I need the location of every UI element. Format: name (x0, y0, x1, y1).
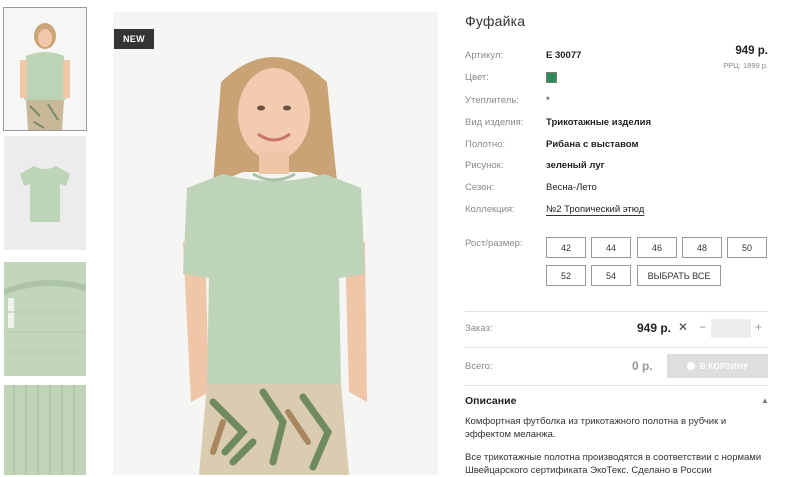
collapse-caret-icon[interactable]: ▲ (761, 396, 769, 405)
select-all-sizes-button[interactable]: ВЫБРАТЬ ВСЕ (637, 265, 721, 286)
product-type-value: Трикотажные изделия (546, 117, 652, 128)
thumbnail-product-flat[interactable] (4, 136, 86, 250)
size-option[interactable]: 42 (546, 237, 586, 258)
total-value: 0 р. (632, 359, 653, 373)
product-title: Фуфайка (465, 13, 526, 29)
size-label: Рост/размер: (465, 238, 523, 249)
main-product-image[interactable] (113, 12, 438, 475)
decrease-quantity-button[interactable]: − (699, 320, 706, 334)
size-option[interactable]: 46 (637, 237, 677, 258)
season-value: Весна-Лето (546, 182, 597, 193)
multiply-icon: ✕ (678, 320, 689, 334)
collection-label: Коллекция: (465, 204, 515, 215)
size-option[interactable]: 48 (682, 237, 722, 258)
article-label: Артикул: (465, 50, 504, 61)
size-option[interactable]: 44 (591, 237, 631, 258)
season-label: Сезон: (465, 182, 495, 193)
rrp-price: РРЦ: 1899 р. (723, 61, 768, 70)
order-label: Заказ: (465, 323, 493, 334)
pattern-label: Рисунок: (465, 160, 504, 171)
color-swatch[interactable] (546, 72, 557, 83)
add-to-cart-button[interactable]: В КОРЗИНУ (667, 354, 768, 378)
size-option[interactable]: 50 (727, 237, 767, 258)
thumbnail-model-front[interactable] (3, 7, 87, 131)
fabric-value: Рибана с выставом (546, 139, 639, 150)
divider (465, 347, 768, 348)
description-paragraph: Комфортная футболка из трикотажного поло… (465, 416, 727, 440)
order-price: 949 р. (637, 321, 672, 335)
new-badge: NEW (114, 29, 154, 49)
increase-quantity-button[interactable]: + (755, 320, 762, 334)
collection-link[interactable]: №2 Тропический этюд (546, 204, 644, 215)
insulation-value: * (546, 95, 550, 106)
description-paragraph: Все трикотажные полотна производятся в с… (465, 452, 762, 476)
product-price: 949 р. (735, 45, 768, 57)
product-type-label: Вид изделия: (465, 117, 524, 128)
pattern-value: зеленый луг (546, 160, 605, 171)
fabric-label: Полотно: (465, 139, 506, 150)
divider (465, 385, 768, 386)
thumbnail-fabric-detail[interactable] (4, 262, 86, 376)
insulation-label: Утеплитель: (465, 95, 519, 106)
article-value: Е 30077 (546, 50, 582, 61)
add-to-cart-label: В КОРЗИНУ (699, 361, 749, 371)
cart-icon (686, 362, 695, 370)
size-option[interactable]: 54 (591, 265, 631, 286)
quantity-input[interactable] (711, 319, 751, 338)
color-label: Цвет: (465, 72, 489, 83)
thumbnail-fabric-texture[interactable] (4, 385, 86, 475)
description-title[interactable]: Описание (465, 395, 516, 407)
size-option[interactable]: 52 (546, 265, 586, 286)
total-label: Всего: (465, 361, 493, 372)
divider (465, 311, 768, 312)
